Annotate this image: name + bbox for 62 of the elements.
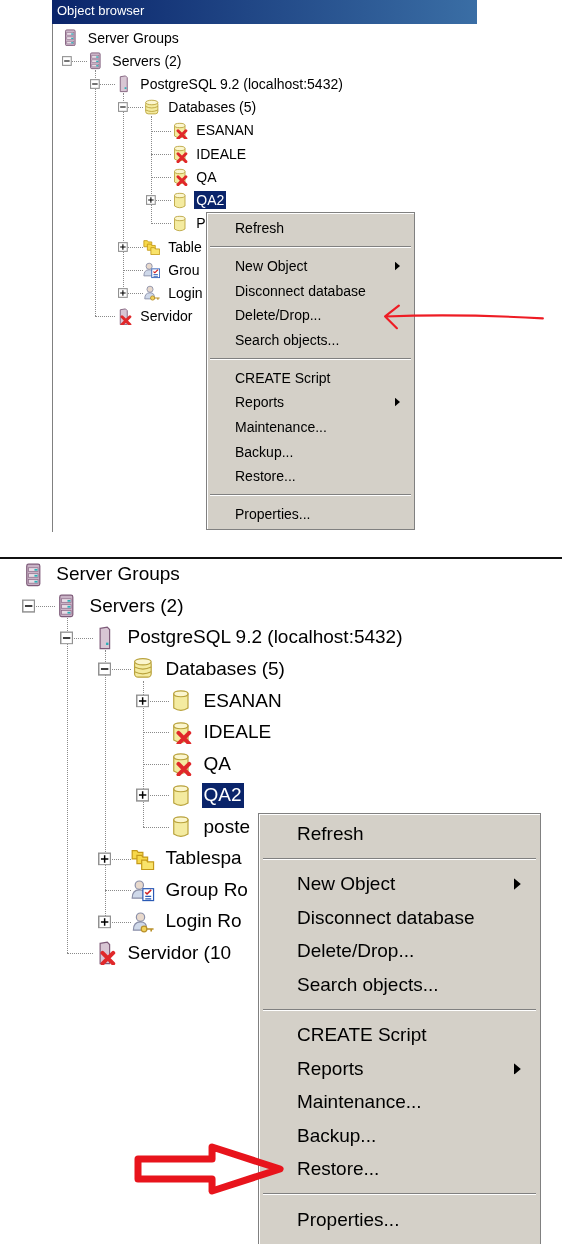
tree-item[interactable]: poste xyxy=(201,814,253,840)
tree-item[interactable]: ESANAN xyxy=(194,121,256,140)
tree-item[interactable]: ESANAN xyxy=(201,688,284,714)
collapse-toggle[interactable] xyxy=(22,599,36,613)
tree-item[interactable]: Login Ro xyxy=(163,909,244,934)
menu-item[interactable]: Disconnect database xyxy=(207,278,414,304)
menu-item[interactable]: Disconnect database xyxy=(259,901,541,935)
tree-item[interactable]: PostgreSQL 9.2 (localhost:5432) xyxy=(138,75,345,94)
tree-item[interactable]: QA xyxy=(201,751,233,777)
tree-item[interactable]: Servers (2) xyxy=(87,593,186,619)
expand-toggle[interactable] xyxy=(146,195,156,206)
collapse-toggle[interactable] xyxy=(90,79,100,89)
menu-item[interactable]: Reports xyxy=(259,1052,541,1086)
tree-item[interactable]: Server Groups xyxy=(85,28,181,47)
expand-toggle[interactable] xyxy=(98,914,112,929)
menu-item[interactable]: Reports xyxy=(207,390,414,415)
tree-item[interactable]: Databases (5) xyxy=(163,657,287,682)
tree-item[interactable]: Servidor (10 xyxy=(125,940,234,966)
tree-item[interactable]: Servidor xyxy=(138,307,195,326)
panel-title: Object browser xyxy=(52,0,477,24)
tree-item[interactable]: QA2 xyxy=(194,191,227,210)
tree-item[interactable]: IDEALE xyxy=(201,720,274,745)
menu-item[interactable]: Restore... xyxy=(259,1152,541,1186)
collapse-toggle[interactable] xyxy=(118,102,128,113)
menu-item[interactable]: New Object xyxy=(207,253,414,279)
collapse-toggle[interactable] xyxy=(60,631,74,645)
menu-item[interactable]: Properties... xyxy=(207,501,414,527)
expand-toggle[interactable] xyxy=(136,788,150,803)
menu-item[interactable]: Refresh xyxy=(259,817,541,851)
menu-item[interactable]: Restore... xyxy=(207,464,414,489)
menu-item[interactable]: CREATE Script xyxy=(207,365,414,391)
menu-item[interactable]: Properties... xyxy=(259,1202,541,1237)
collapse-toggle[interactable] xyxy=(62,55,72,66)
tree-item[interactable]: Group Ro xyxy=(163,877,250,903)
tree-item[interactable]: Table xyxy=(166,237,204,256)
tree-item[interactable]: QA2 xyxy=(201,783,244,808)
tree-item[interactable]: Server Groups xyxy=(54,562,182,588)
menu-item[interactable]: Maintenance... xyxy=(207,414,414,440)
tree-item[interactable]: PostgreSQL 9.2 (localhost:5432) xyxy=(125,625,405,651)
menu-item[interactable]: Search objects... xyxy=(259,967,541,1002)
expand-toggle[interactable] xyxy=(98,851,112,866)
menu-item[interactable]: CREATE Script xyxy=(259,1018,541,1052)
menu-item[interactable]: New Object xyxy=(259,867,541,902)
tree-item[interactable]: Login xyxy=(166,284,205,303)
collapse-toggle[interactable] xyxy=(98,662,112,676)
menu-item[interactable]: Refresh xyxy=(207,216,414,241)
tree-item[interactable]: Tablespa xyxy=(163,846,244,871)
expand-toggle[interactable] xyxy=(136,694,150,708)
menu-item[interactable]: Delete/Drop... xyxy=(207,303,414,328)
tree-item[interactable]: QA xyxy=(194,167,219,187)
tree-item[interactable]: Servers (2) xyxy=(110,51,184,70)
menu-item[interactable]: Search objects... xyxy=(207,327,414,353)
menu-item[interactable]: Backup... xyxy=(259,1118,541,1153)
tree-item[interactable]: P xyxy=(194,214,208,233)
tree-item[interactable]: IDEALE xyxy=(194,144,249,163)
menu-item[interactable]: Maintenance... xyxy=(259,1085,541,1119)
tree-item[interactable]: Databases (5) xyxy=(166,98,259,117)
menu-item[interactable]: Delete/Drop... xyxy=(259,934,541,968)
tree-item[interactable]: Grou xyxy=(166,260,202,280)
menu-item[interactable]: Backup... xyxy=(207,439,414,464)
expand-toggle[interactable] xyxy=(118,241,128,252)
expand-toggle[interactable] xyxy=(118,288,128,299)
